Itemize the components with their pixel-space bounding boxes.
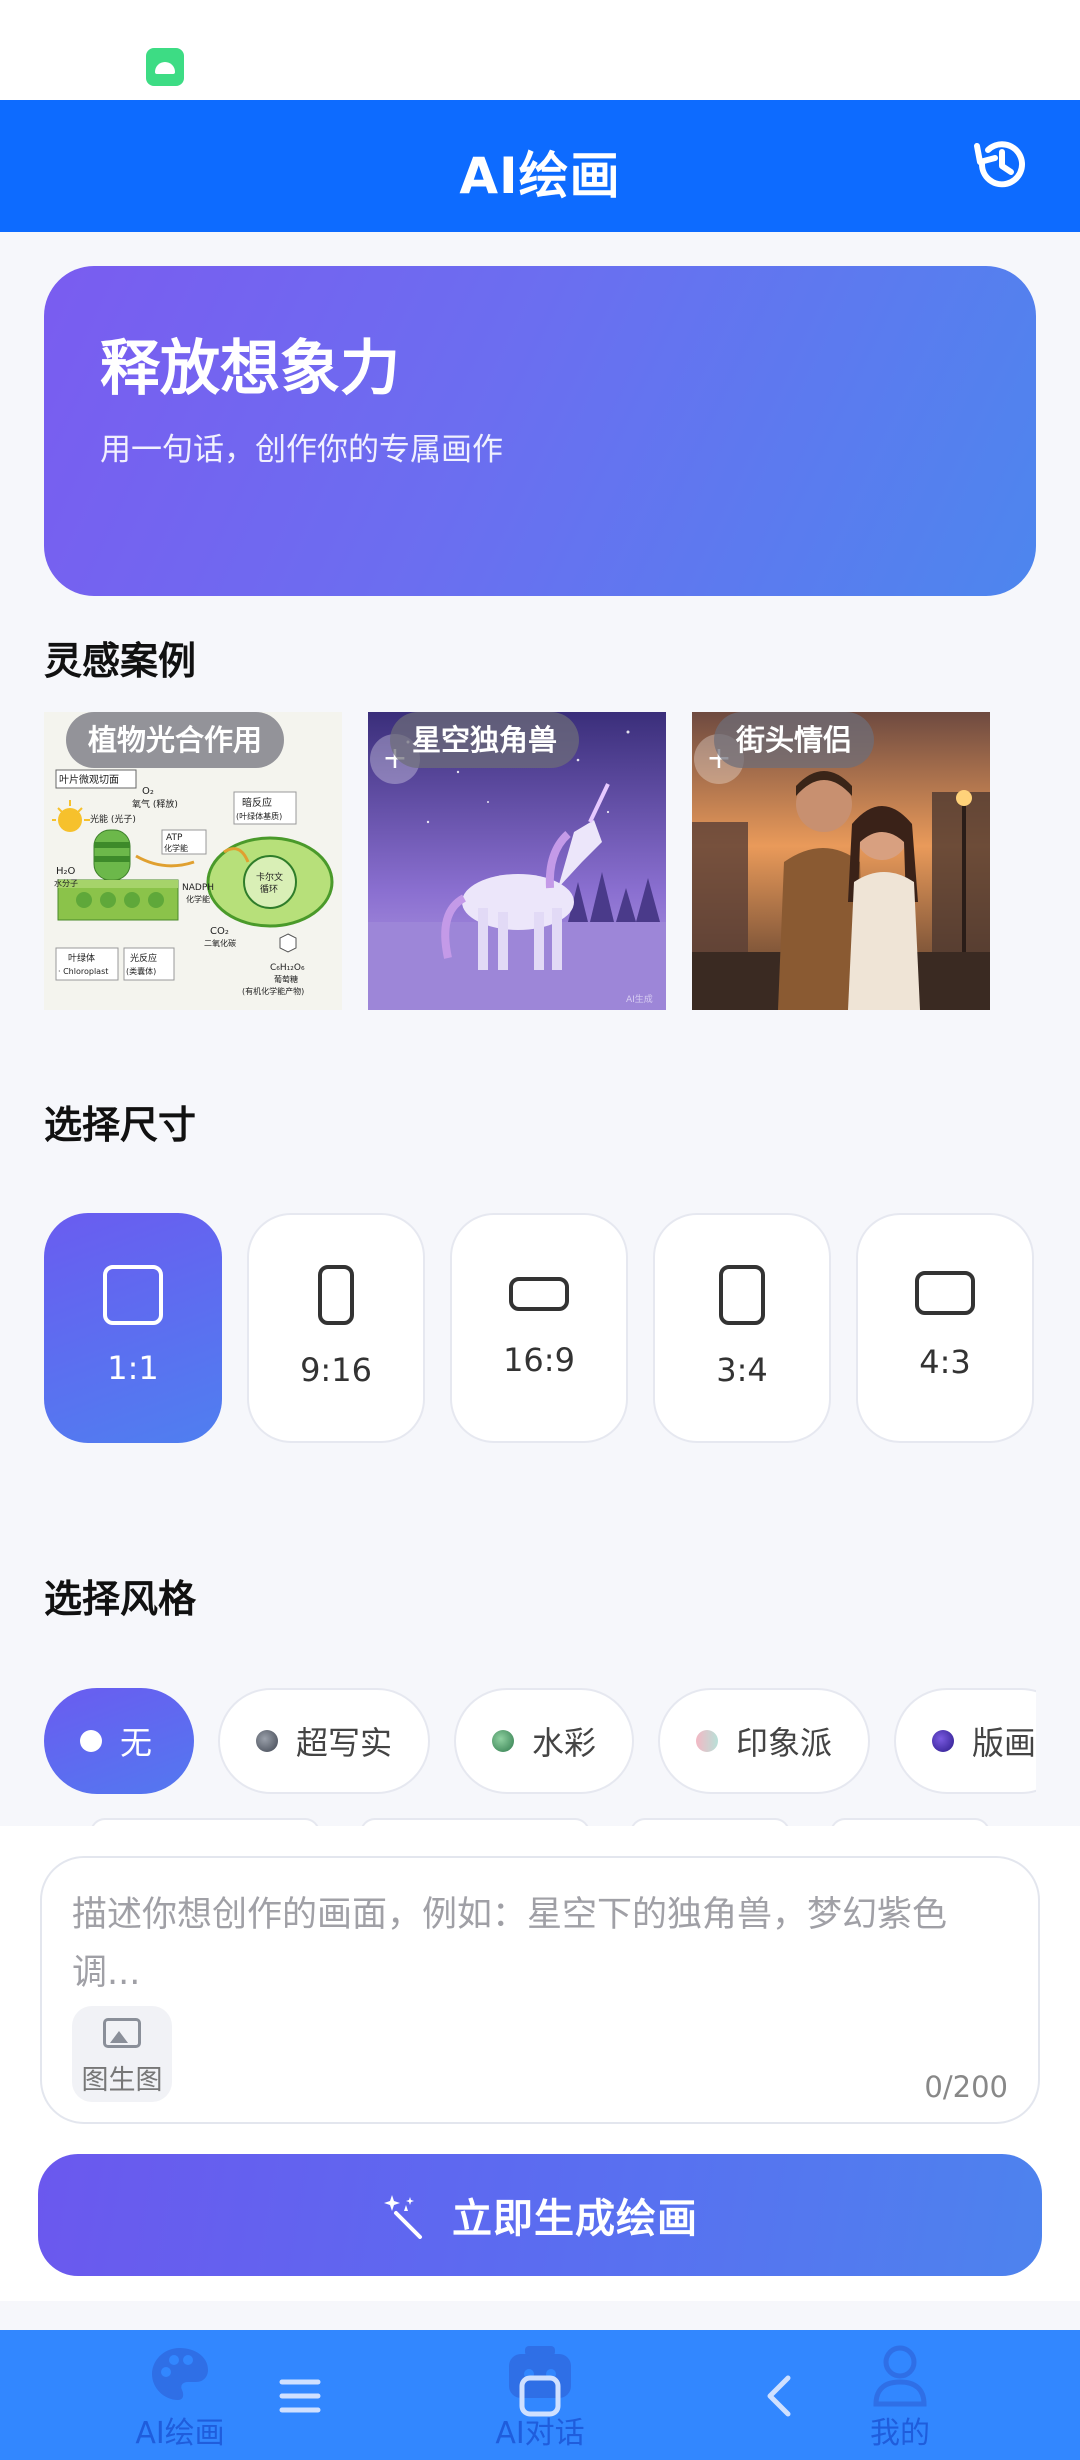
size-title: 选择尺寸 xyxy=(44,1103,197,1147)
back-icon[interactable] xyxy=(750,2366,810,2426)
size-option-16-9[interactable]: 16:9 xyxy=(450,1213,628,1443)
case-couple[interactable]: + 街头情侣 xyxy=(692,712,990,1010)
diagram-label-h2o-note: 水分子 xyxy=(54,878,78,888)
tab-ai-drawing[interactable]: AI绘画 xyxy=(120,2330,240,2460)
diagram-label-lightrx-note: (类囊体) xyxy=(126,966,156,976)
status-bar xyxy=(0,0,1080,100)
style-option-label: 超写实 xyxy=(296,1724,393,1762)
color-dot xyxy=(696,1730,718,1752)
diagram-label-lightrx: 光反应 xyxy=(130,952,157,964)
prompt-box: 图生图 0/200 xyxy=(40,1856,1040,2124)
style-option-label: 版画 xyxy=(972,1724,1036,1762)
size-option-label: 16:9 xyxy=(503,1341,575,1379)
style-option-none[interactable]: 无 xyxy=(44,1688,194,1794)
diagram-label-calvin: 卡尔文 xyxy=(256,871,283,883)
size-option-label: 3:4 xyxy=(716,1351,768,1389)
color-dot xyxy=(932,1730,954,1752)
size-option-4-3[interactable]: 4:3 xyxy=(856,1213,1034,1443)
page-title: AI绘画 xyxy=(459,147,621,205)
diagram-label-o2-note: 氧气 (释放) xyxy=(132,798,178,810)
diagram-label-dark: 暗反应 xyxy=(242,796,272,809)
case-label: 植物光合作用 xyxy=(66,712,285,768)
diagram-label-light: 光能 (光子) xyxy=(90,813,136,825)
style-option-watercolor[interactable]: 水彩 xyxy=(454,1688,634,1794)
history-icon[interactable] xyxy=(968,132,1032,196)
landscape-icon xyxy=(509,1277,569,1311)
image-icon xyxy=(103,2018,141,2048)
size-option-label: 4:3 xyxy=(919,1343,971,1381)
diagram-label-co2: CO₂ xyxy=(210,926,229,937)
magic-wand-icon xyxy=(384,2195,422,2239)
ai-watermark: AI生成 xyxy=(626,993,653,1005)
style-option-printmaking[interactable]: 版画 xyxy=(894,1688,1036,1794)
palette-icon xyxy=(152,2348,208,2400)
char-counter: 0/200 xyxy=(924,2070,1008,2104)
diagram-label-chloro: 叶绿体 xyxy=(68,952,95,964)
color-dot xyxy=(492,1730,514,1752)
diagram-label-o2: O₂ xyxy=(142,786,154,797)
image-to-image-button[interactable]: 图生图 xyxy=(72,2006,172,2102)
hero-subtitle: 用一句话，创作你的专属画作 xyxy=(100,432,503,468)
prompt-panel: 图生图 0/200 立即生成绘画 xyxy=(0,1826,1080,2301)
diagram-label-dark-note: (叶绿体基质) xyxy=(236,811,282,821)
portrait-icon xyxy=(719,1265,765,1325)
size-selector: 1:1 9:16 16:9 3:4 4:3 xyxy=(44,1213,1036,1443)
diagram-label-calvin2: 循环 xyxy=(260,883,278,895)
generate-button-label: 立即生成绘画 xyxy=(452,2196,698,2242)
generate-button[interactable]: 立即生成绘画 xyxy=(38,2154,1042,2276)
android-icon xyxy=(146,48,184,86)
size-option-label: 9:16 xyxy=(300,1351,372,1389)
case-photosynthesis[interactable]: 叶片微观切面 光能 (光子) O₂ 氧气 (释放) H₂O 水分子 ATP 化学… xyxy=(44,712,342,1010)
size-option-1-1[interactable]: 1:1 xyxy=(44,1213,222,1443)
diagram-label-chloro-en: · Chloroplast xyxy=(58,967,108,976)
app-bar: AI绘画 xyxy=(0,100,1080,232)
image-to-image-label: 图生图 xyxy=(81,2065,163,2096)
color-dot xyxy=(256,1730,278,1752)
diagram-label-nadph: NADPH xyxy=(182,883,214,893)
case-label: 星空独角兽 xyxy=(390,712,580,768)
diagram-label-atp-note: 化学能 xyxy=(164,843,188,853)
style-option-impressionism[interactable]: 印象派 xyxy=(658,1688,870,1794)
size-option-3-4[interactable]: 3:4 xyxy=(653,1213,831,1443)
user-icon xyxy=(873,2345,927,2407)
style-selector: 无 超写实 水彩 印象派 版画 xyxy=(44,1688,1036,1794)
color-dot xyxy=(80,1730,102,1752)
inspiration-cases: 叶片微观切面 光能 (光子) O₂ 氧气 (释放) H₂O 水分子 ATP 化学… xyxy=(44,712,1044,1010)
tab-mine[interactable]: 我的 xyxy=(840,2330,960,2460)
landscape-icon xyxy=(915,1271,975,1315)
hero-banner: 释放想象力 用一句话，创作你的专属画作 xyxy=(44,266,1036,596)
home-icon[interactable] xyxy=(510,2366,570,2426)
inspiration-title: 灵感案例 xyxy=(44,639,197,683)
square-icon xyxy=(103,1265,163,1325)
diagram-label-h2o: H₂O xyxy=(56,866,76,877)
diagram-label-leaf: 叶片微观切面 xyxy=(59,773,119,786)
style-option-label: 水彩 xyxy=(532,1724,597,1762)
diagram-label-glucose: C₆H₁₂O₆ xyxy=(270,963,305,973)
diagram-label-co2-note: 二氧化碳 xyxy=(204,938,236,948)
style-option-label: 印象派 xyxy=(736,1724,833,1762)
case-label: 街头情侣 xyxy=(714,712,875,768)
diagram-label-glucose-note2: (有机化学能产物) xyxy=(242,986,304,996)
size-option-label: 1:1 xyxy=(107,1349,159,1387)
style-option-label: 无 xyxy=(120,1724,153,1762)
bottom-tab-bar: AI绘画 AI对话 我的 xyxy=(0,2330,1080,2460)
style-option-hyperreal[interactable]: 超写实 xyxy=(218,1688,430,1794)
case-unicorn[interactable]: AI生成 + 星空独角兽 xyxy=(368,712,666,1010)
hero-headline: 释放想象力 xyxy=(100,334,400,404)
tab-label: 我的 xyxy=(870,2416,930,2451)
style-title: 选择风格 xyxy=(44,1577,197,1621)
size-option-9-16[interactable]: 9:16 xyxy=(247,1213,425,1443)
prompt-input[interactable] xyxy=(72,1886,1012,2006)
diagram-label-nadph-note: 化学能 xyxy=(186,894,210,904)
portrait-icon xyxy=(318,1265,354,1325)
tab-label: AI绘画 xyxy=(135,2416,225,2451)
menu-icon[interactable] xyxy=(270,2366,330,2426)
diagram-label-atp: ATP xyxy=(166,833,183,843)
diagram-label-glucose-note: 葡萄糖 xyxy=(274,974,298,984)
